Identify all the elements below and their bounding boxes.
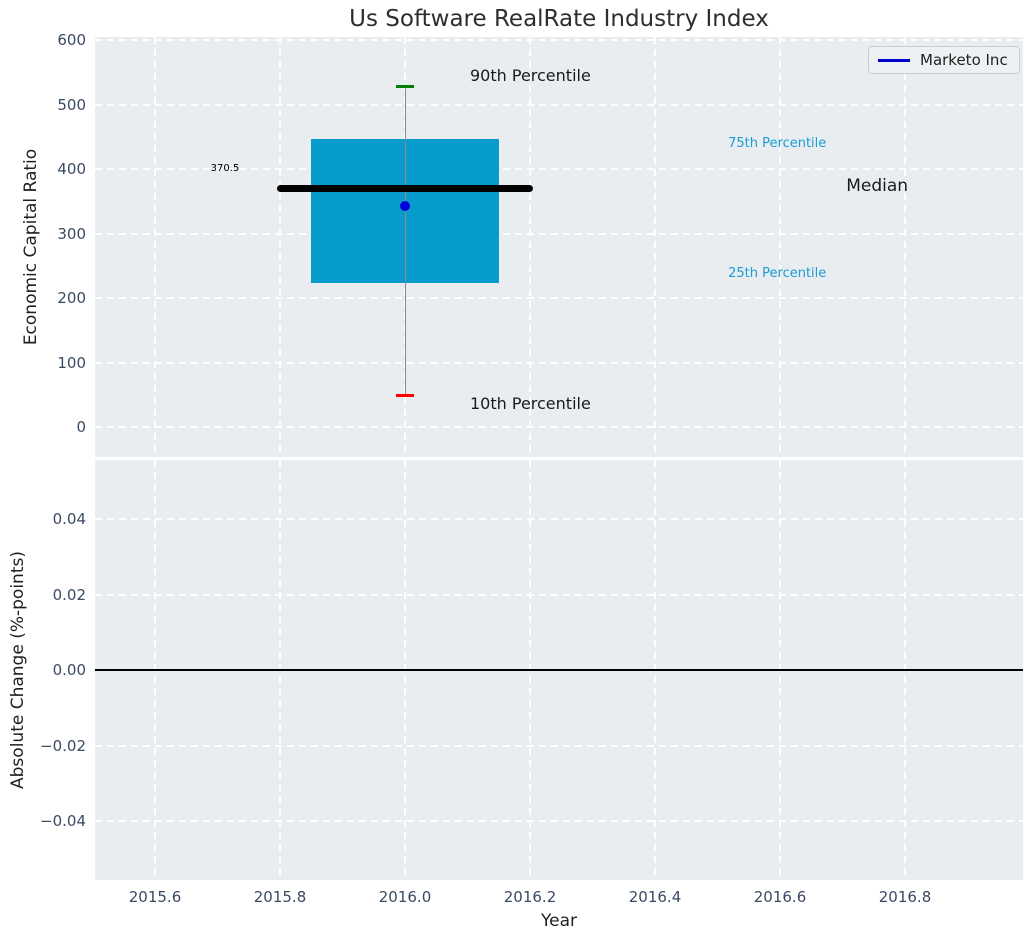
- y-tick-label: −0.02: [40, 736, 86, 755]
- y-tick-label: 500: [57, 95, 86, 114]
- x-tick-label: 2016.6: [753, 888, 807, 906]
- chart-figure: Us Software RealRate Industry Index 90th…: [0, 0, 1034, 942]
- y-tick-label: 400: [57, 160, 86, 178]
- gridline-vertical: [654, 37, 656, 457]
- x-tick-label: 2016.8: [878, 888, 932, 906]
- annotation: 25th Percentile: [728, 265, 827, 281]
- top-plot-area: 90th Percentile 10th Percentile 75th Perce…: [95, 37, 1023, 457]
- x-tick-label: 2015.6: [128, 888, 182, 906]
- zero-line: [95, 669, 1023, 671]
- x-tick-label: 2016.2: [503, 888, 557, 906]
- y-tick-label: 0.04: [52, 510, 86, 528]
- gridline-vertical: [779, 37, 781, 457]
- gridline-horizontal: [95, 593, 1023, 596]
- company-dot: [400, 200, 410, 211]
- gridline-horizontal: [95, 297, 1023, 299]
- legend: Marketo Inc: [868, 46, 1020, 74]
- annotation: 370.5: [210, 163, 240, 175]
- y-tick-label: −0.04: [40, 812, 86, 830]
- y-tick-label: 600: [57, 31, 86, 49]
- x-tick-label: 2015.8: [253, 888, 307, 906]
- whisker-line: [404, 85, 406, 395]
- y-tick-label: 0: [76, 418, 86, 436]
- gridline-vertical: [904, 37, 906, 457]
- gridline-horizontal: [95, 361, 1023, 364]
- median-line: [276, 184, 534, 192]
- bottom-plot-area: [95, 460, 1023, 880]
- x-tick-label: 2016.4: [628, 888, 682, 906]
- y-tick-label: 0.02: [52, 585, 86, 604]
- x-tick-label: 2016.0: [378, 888, 432, 906]
- gridline-vertical: [279, 37, 281, 457]
- gridline-horizontal: [95, 518, 1023, 520]
- y-tick-label: 200: [57, 289, 86, 307]
- gridline-horizontal: [95, 820, 1023, 822]
- y-axis-label-top: Economic Capital Ratio: [21, 148, 41, 346]
- annotation: Median: [846, 175, 909, 196]
- whisker-cap-10th: [395, 393, 415, 397]
- gridline-horizontal: [95, 426, 1023, 428]
- gridline-horizontal: [95, 39, 1023, 41]
- gridline-horizontal: [95, 744, 1023, 747]
- x-axis-label: Year: [541, 911, 577, 931]
- annotation: 75th Percentile: [728, 136, 827, 152]
- y-tick-label: 100: [57, 353, 86, 372]
- annotation: 90th Percentile: [470, 65, 591, 85]
- y-tick-label: 0.00: [52, 661, 86, 679]
- whisker-cap-90th: [395, 84, 415, 88]
- gridline-horizontal: [95, 103, 1023, 106]
- legend-label: Marketo Inc: [920, 51, 1008, 69]
- annotation: 10th Percentile: [470, 394, 591, 414]
- y-tick-label: 300: [57, 224, 86, 243]
- gridline-vertical: [154, 37, 156, 457]
- gridline-horizontal: [95, 232, 1023, 235]
- chart-title: Us Software RealRate Industry Index: [349, 6, 769, 32]
- legend-line-swatch: [878, 58, 910, 62]
